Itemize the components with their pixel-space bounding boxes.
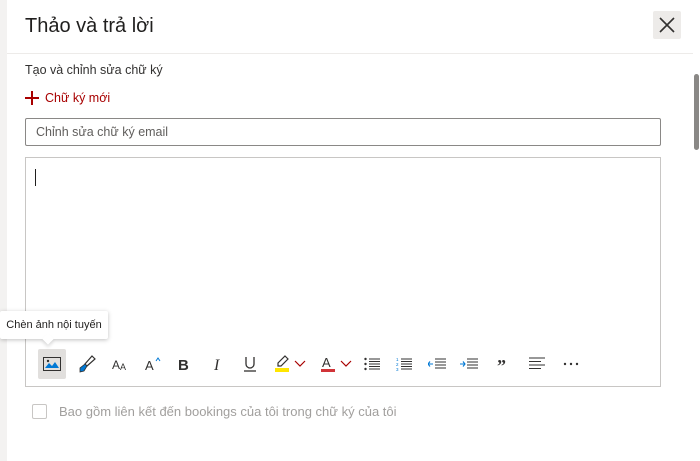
italic-button[interactable]: I [206,349,230,379]
font-size-icon: A A [112,358,126,372]
tooltip-text: Chèn ảnh nội tuyến [6,319,102,331]
svg-text:A: A [120,362,126,372]
decrease-indent-icon [428,358,446,369]
highlight-button[interactable] [272,349,312,379]
svg-text:A: A [145,358,154,372]
scrollbar-thumb[interactable] [694,74,699,150]
section-label: Tạo và chỉnh sửa chữ ký [25,63,163,77]
text-caret [35,169,36,186]
bold-icon: B [178,357,189,372]
dialog-panel: Thảo và trả lời Tạo và chỉnh sửa chữ ký … [7,0,700,461]
numbering-button[interactable]: 1 2 3 [392,349,416,379]
svg-text:A: A [322,355,331,370]
increase-indent-button[interactable] [456,349,482,379]
new-signature-button[interactable]: Chữ ký mới [25,88,110,108]
font-color-button[interactable]: A [318,349,358,379]
format-painter-button[interactable] [74,349,100,379]
italic-icon: I [213,357,220,372]
dialog-header: Thảo và trả lời [7,0,693,54]
new-signature-label: Chữ ký mới [45,91,111,105]
underline-icon [244,357,256,372]
plus-icon [25,91,39,105]
font-size-button[interactable]: A A [108,349,134,379]
close-icon [659,17,675,33]
tooltip: Chèn ảnh nội tuyến [0,311,108,345]
format-toolbar: A A A B I A 1 2 3 ” [26,349,660,379]
svg-text:I: I [213,357,220,372]
numbering-icon: 1 2 3 [396,357,412,371]
bookings-checkbox[interactable] [32,404,47,419]
grow-font-icon: A [145,357,161,372]
insert-inline-image-button[interactable] [38,349,66,379]
dialog-title: Thảo và trả lời [25,15,154,37]
align-left-icon [529,357,545,369]
close-button[interactable] [653,11,681,39]
bookings-label: Bao gồm liên kết đến bookings của tôi tr… [59,404,397,419]
grow-font-button[interactable]: A [140,349,166,379]
bullets-icon [364,357,380,371]
image-icon [43,357,61,371]
bold-button[interactable]: B [172,349,196,379]
svg-text:3: 3 [396,367,399,371]
increase-indent-icon [460,358,478,369]
quote-button[interactable]: ” [492,349,514,379]
more-options-button[interactable] [558,349,584,379]
decrease-indent-button[interactable] [424,349,450,379]
font-color-icon: A [321,355,352,372]
svg-text:B: B [178,357,189,372]
signature-editor[interactable]: A A A B I A 1 2 3 ” [25,157,661,387]
quote-icon: ” [497,358,506,370]
paintbrush-icon [79,355,96,373]
more-icon [563,362,579,366]
underline-button[interactable] [238,349,262,379]
bullets-button[interactable] [360,349,384,379]
align-button[interactable] [524,349,550,379]
bookings-option[interactable]: Bao gồm liên kết đến bookings của tôi tr… [32,404,397,419]
scrollbar[interactable] [693,0,700,461]
signature-name-input[interactable] [25,118,661,146]
svg-text:A: A [112,358,120,372]
svg-text:”: ” [497,358,506,370]
highlighter-icon [275,355,306,372]
